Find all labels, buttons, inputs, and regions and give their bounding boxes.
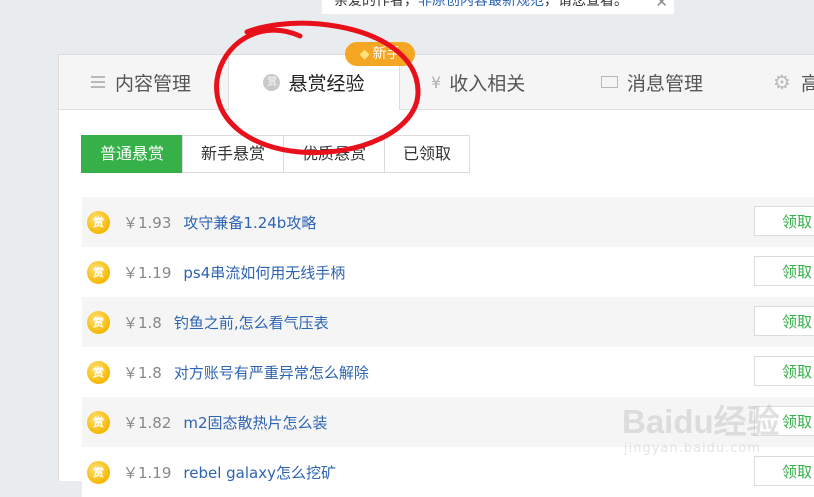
question-title-link[interactable]: ps4串流如何用无线手柄	[183, 262, 345, 283]
tab-label: 消息管理	[627, 72, 704, 95]
list-item: 赏 ￥1.82 m2固态散热片怎么装 领取	[82, 397, 814, 447]
diamond-icon: ◆	[359, 47, 370, 62]
claim-button[interactable]: 领取	[754, 306, 814, 336]
subtab-normal-reward[interactable]: 普通悬赏	[81, 135, 184, 173]
reward-amount: ￥1.82	[123, 413, 172, 432]
subtab-claimed[interactable]: 已领取	[384, 135, 471, 173]
reward-badge-icon: 赏	[87, 310, 110, 334]
notice-suffix: ，请您查看。	[544, 0, 628, 9]
list-item: 赏 ￥1.19 ps4串流如何用无线手柄 领取	[82, 247, 814, 297]
subtab-quality-reward[interactable]: 优质悬赏	[283, 135, 386, 173]
notice-prefix: 亲爱的作者，	[334, 0, 418, 9]
reward-coin-icon: 赏	[263, 74, 281, 91]
question-title-link[interactable]: rebel galaxy怎么挖矿	[183, 462, 336, 483]
gear-icon: ⚙	[773, 70, 791, 94]
tab-label: 悬赏经验	[288, 73, 365, 95]
list-item: 赏 ￥1.8 对方账号有严重异常怎么解除 领取	[82, 347, 814, 397]
reward-badge-icon: 赏	[87, 210, 110, 234]
claim-button[interactable]: 领取	[754, 456, 814, 486]
reward-filter-tabs: 普通悬赏 新手悬赏 优质悬赏 已领取	[81, 135, 471, 173]
subtab-newbie-reward[interactable]: 新手悬赏	[182, 135, 285, 173]
tab-advanced[interactable]: ⚙ 高	[773, 55, 814, 109]
question-title-link[interactable]: 对方账号有严重异常怎么解除	[174, 362, 369, 383]
close-icon[interactable]: ✕	[655, 0, 668, 10]
list-item: 赏 ￥1.19 rebel galaxy怎么挖矿 领取	[82, 447, 814, 497]
reward-amount: ￥1.93	[123, 213, 172, 232]
main-tab-bar: 内容管理 赏 悬赏经验 ¥ 收入相关 消息管理 ⚙ 高	[59, 55, 814, 110]
reward-badge-icon: 赏	[87, 410, 110, 434]
question-title-link[interactable]: 钓鱼之前,怎么看气压表	[174, 312, 329, 333]
reward-amount: ￥1.19	[123, 463, 172, 482]
claim-button[interactable]: 领取	[754, 206, 814, 236]
tab-label: 高	[800, 72, 814, 95]
reward-amount: ￥1.8	[123, 363, 162, 382]
new-user-badge: ◆ 新手	[345, 42, 415, 66]
reward-badge-icon: 赏	[87, 260, 110, 284]
notice-text: 亲爱的作者，非原创内容最新规范，请您查看。	[334, 0, 628, 8]
tab-label: 收入相关	[449, 72, 526, 95]
notice-bar: 亲爱的作者，非原创内容最新规范，请您查看。 ✕	[322, 0, 674, 14]
tab-label: 内容管理	[115, 72, 192, 95]
tab-income[interactable]: ¥ 收入相关	[431, 55, 525, 109]
yen-icon: ¥	[431, 72, 442, 92]
list-item: 赏 ￥1.93 攻守兼备1.24b攻略 领取	[82, 197, 814, 247]
reward-badge-icon: 赏	[87, 360, 110, 384]
reward-amount: ￥1.8	[123, 313, 162, 332]
tab-content-management[interactable]: 内容管理	[91, 55, 191, 109]
mail-icon	[601, 76, 618, 88]
reward-badge-icon: 赏	[87, 460, 110, 484]
claim-button[interactable]: 领取	[754, 356, 814, 386]
claim-button[interactable]: 领取	[754, 406, 814, 436]
badge-label: 新手	[372, 46, 401, 62]
reward-question-list: 赏 ￥1.93 攻守兼备1.24b攻略 领取 赏 ￥1.19 ps4串流如何用无…	[82, 197, 814, 497]
list-item: 赏 ￥1.8 钓鱼之前,怎么看气压表 领取	[82, 297, 814, 347]
reward-amount: ￥1.19	[123, 263, 172, 282]
tab-messages[interactable]: 消息管理	[601, 55, 703, 109]
claim-button[interactable]: 领取	[754, 256, 814, 286]
notice-link[interactable]: 非原创内容最新规范	[418, 0, 544, 9]
question-title-link[interactable]: 攻守兼备1.24b攻略	[183, 212, 316, 233]
list-icon	[91, 76, 105, 88]
question-title-link[interactable]: m2固态散热片怎么装	[183, 412, 327, 433]
